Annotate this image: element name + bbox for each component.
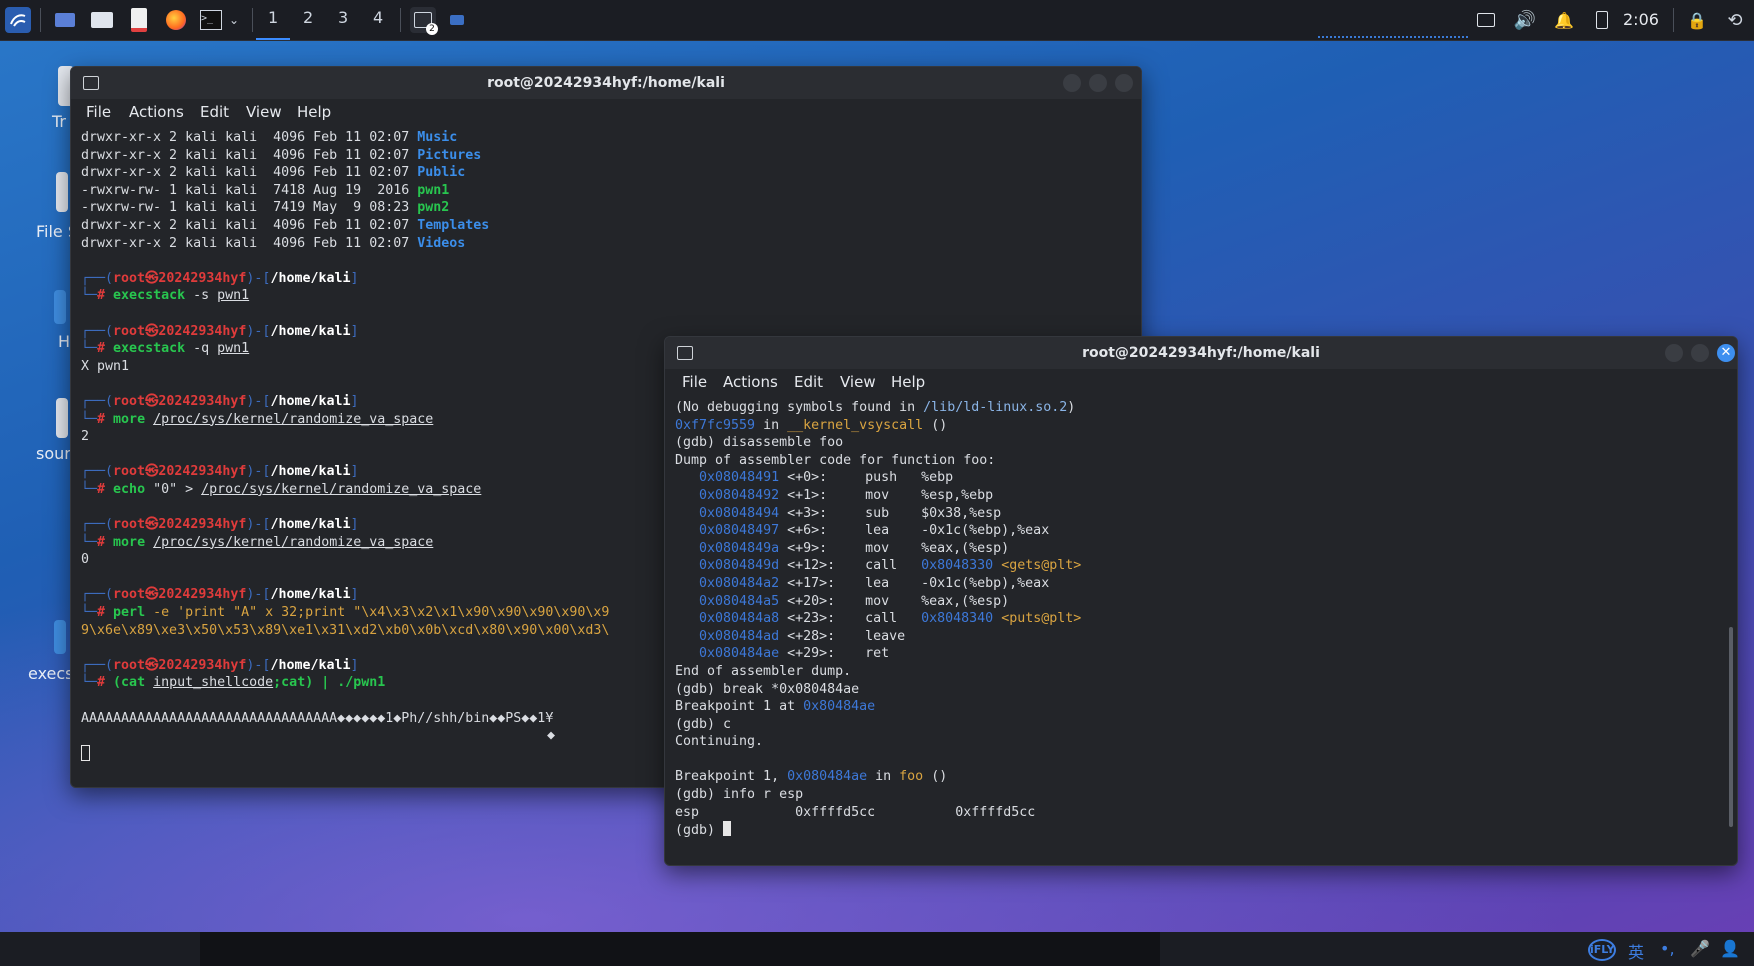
home-desktop-icon[interactable] bbox=[54, 290, 66, 324]
ls-line: drwxr-xr-x 2 kali kali 4096 Feb 11 02:07… bbox=[81, 147, 482, 163]
desktop-label-source: sour bbox=[36, 444, 71, 463]
battery-icon[interactable] bbox=[1589, 7, 1615, 33]
source-desktop-icon[interactable] bbox=[56, 398, 68, 438]
desktop-label-execs: execs bbox=[28, 664, 74, 683]
workspace-2[interactable]: 2 bbox=[303, 8, 313, 27]
menu-actions[interactable]: Actions bbox=[723, 373, 778, 391]
menu-bar: File Actions Edit View Help bbox=[71, 99, 1141, 125]
menu-edit[interactable]: Edit bbox=[794, 373, 823, 391]
asm-row: 0x08048497 <+6>: lea -0x1c(%ebp),%eax bbox=[699, 523, 1050, 539]
minimize-button[interactable] bbox=[1665, 344, 1683, 362]
bell-icon[interactable]: 🔔 bbox=[1551, 7, 1577, 33]
user-icon[interactable]: 👤 bbox=[1720, 939, 1740, 958]
asm-row: 0x08048494 <+3>: sub $0x38,%esp bbox=[699, 505, 1002, 521]
text-editor-icon[interactable] bbox=[126, 7, 152, 33]
microphone-icon[interactable]: 🎤 bbox=[1690, 939, 1710, 958]
workspace-3[interactable]: 3 bbox=[338, 8, 348, 27]
register-row: esp 0xffffd5cc 0xffffd5cc bbox=[675, 804, 1036, 820]
firefox-icon[interactable] bbox=[163, 7, 189, 33]
terminal-icon[interactable]: >_ bbox=[198, 7, 224, 33]
display-icon[interactable] bbox=[1473, 7, 1499, 33]
file-manager-icon[interactable] bbox=[89, 7, 115, 33]
terminal-window-gdb[interactable]: root@20242934hyf:/home/kali ✕ File Actio… bbox=[664, 336, 1738, 866]
asm-row: 0x080484ad <+28>: leave bbox=[699, 628, 906, 644]
minimize-button[interactable] bbox=[1063, 74, 1081, 92]
text-cursor bbox=[723, 821, 732, 837]
text-cursor bbox=[81, 744, 90, 761]
kali-menu-icon[interactable] bbox=[5, 7, 31, 33]
bottom-panel-area bbox=[200, 932, 1160, 966]
desktop-label-home: H bbox=[58, 332, 71, 351]
asm-listing: 0x08048491 <+0>: push %ebp 0x08048492 <+1>… bbox=[675, 469, 1715, 663]
menu-view[interactable]: View bbox=[246, 103, 282, 121]
ime-lang[interactable]: 英 bbox=[1628, 939, 1644, 963]
window-title: root@20242934hyf:/home/kali bbox=[1082, 345, 1320, 361]
asm-row: 0x080484a2 <+17>: lea -0x1c(%ebp),%eax bbox=[699, 575, 1050, 591]
clock[interactable]: 2:06 bbox=[1623, 10, 1659, 29]
close-button[interactable] bbox=[1115, 74, 1133, 92]
menu-bar: File Actions Edit View Help bbox=[665, 369, 1737, 395]
scrollbar-thumb[interactable] bbox=[1729, 627, 1733, 827]
filesystem-desktop-icon[interactable] bbox=[56, 172, 68, 212]
asm-row: 0x080484ae <+29>: ret bbox=[699, 646, 890, 662]
menu-actions[interactable]: Actions bbox=[129, 103, 184, 121]
ime-brand[interactable]: iFLY bbox=[1588, 939, 1616, 961]
menu-file[interactable]: File bbox=[86, 103, 111, 121]
ls-listing: drwxr-xr-x 2 kali kali 4096 Feb 11 02:07… bbox=[81, 129, 1131, 270]
menu-edit[interactable]: Edit bbox=[200, 103, 229, 121]
ls-line: -rwxrw-rw- 1 kali kali 7418 Aug 19 2016 … bbox=[81, 182, 450, 198]
separator bbox=[40, 8, 41, 32]
ls-line: drwxr-xr-x 2 kali kali 4096 Feb 11 02:07… bbox=[81, 165, 466, 181]
workspace-1[interactable]: 1 bbox=[255, 8, 291, 40]
menu-help[interactable]: Help bbox=[297, 103, 331, 121]
ime-punct-icon[interactable]: •, bbox=[1660, 939, 1675, 958]
title-bar[interactable]: root@20242934hyf:/home/kali ✕ bbox=[665, 337, 1737, 369]
separator bbox=[252, 8, 253, 32]
chevron-down-icon[interactable]: ⌄ bbox=[226, 7, 242, 33]
top-panel: >_ ⌄ 1 2 3 4 2 🔊 🔔 2:06 🔒 ⟲ bbox=[0, 0, 1754, 41]
desktop-label-trash: Tr bbox=[52, 112, 66, 131]
cpu-graph bbox=[1318, 30, 1468, 38]
asm-row: 0x0804849a <+9>: mov %eax,(%esp) bbox=[699, 540, 1010, 556]
workspace-4[interactable]: 4 bbox=[373, 8, 383, 27]
window-title: root@20242934hyf:/home/kali bbox=[487, 75, 725, 91]
desktop-icon[interactable] bbox=[52, 7, 78, 33]
volume-icon[interactable]: 🔊 bbox=[1512, 7, 1538, 33]
gdb-output[interactable]: (No debugging symbols found in /lib/ld-l… bbox=[675, 399, 1715, 859]
menu-help[interactable]: Help bbox=[891, 373, 925, 391]
window-count-badge: 2 bbox=[426, 23, 438, 35]
menu-file[interactable]: File bbox=[682, 373, 707, 391]
asm-row: 0x0804849d <+12>: call 0x8048330 <gets@plt… bbox=[699, 558, 1082, 574]
window-switcher-icon[interactable]: 2 bbox=[410, 7, 438, 35]
asm-row: 0x080484a8 <+23>: call 0x8048340 <puts@plt… bbox=[699, 611, 1082, 627]
separator bbox=[400, 8, 401, 32]
ls-line: -rwxrw-rw- 1 kali kali 7419 May 9 08:23 … bbox=[81, 200, 450, 216]
ls-line: drwxr-xr-x 2 kali kali 4096 Feb 11 02:07… bbox=[81, 217, 490, 233]
power-icon[interactable]: ⟲ bbox=[1722, 7, 1748, 33]
asm-row: 0x08048492 <+1>: mov %esp,%ebp bbox=[699, 487, 994, 503]
title-bar[interactable]: root@20242934hyf:/home/kali bbox=[71, 67, 1141, 99]
execs-desktop-icon[interactable] bbox=[54, 620, 66, 654]
maximize-button[interactable] bbox=[1089, 74, 1107, 92]
asm-row: 0x080484a5 <+20>: mov %eax,(%esp) bbox=[699, 593, 1010, 609]
payload-output: AAAAAAAAAAAAAAAAAAAAAAAAAAAAAAAA◆◆◆◆◆◆1◆… bbox=[81, 710, 554, 726]
close-button[interactable]: ✕ bbox=[1717, 344, 1735, 362]
maximize-button[interactable] bbox=[1691, 344, 1709, 362]
lock-icon[interactable]: 🔒 bbox=[1684, 7, 1710, 33]
asm-row: 0x08048491 <+0>: push %ebp bbox=[699, 470, 954, 486]
separator bbox=[1673, 8, 1674, 32]
ls-line: drwxr-xr-x 2 kali kali 4096 Feb 11 02:07… bbox=[81, 130, 458, 145]
task-icon[interactable] bbox=[448, 7, 466, 33]
menu-view[interactable]: View bbox=[840, 373, 876, 391]
prompt-block: ┌──(root㉿20242934hyf)-[/home/kali] └─# e… bbox=[81, 270, 359, 304]
ls-line: drwxr-xr-x 2 kali kali 4096 Feb 11 02:07… bbox=[81, 235, 466, 251]
